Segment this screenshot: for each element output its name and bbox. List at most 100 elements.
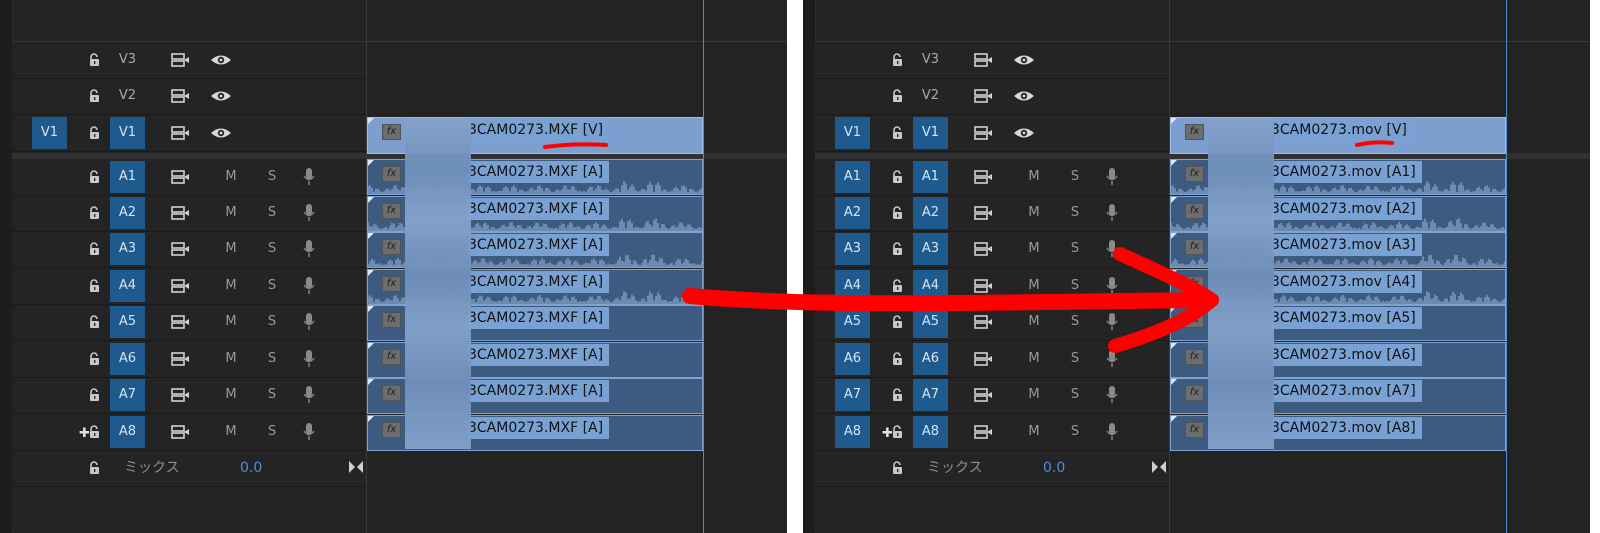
solo-button[interactable]: S [1060,197,1090,229]
sync-lock-icon[interactable] [170,351,190,367]
mute-button[interactable]: M [1019,343,1049,375]
mix-volume-value[interactable]: 0.0 [240,450,262,486]
source-patch-a2[interactable]: A2 [835,197,870,229]
sync-lock-icon[interactable] [170,169,190,185]
eye-icon[interactable] [210,126,232,140]
sync-lock-icon[interactable] [170,205,190,221]
solo-button[interactable]: S [1060,161,1090,193]
source-patch-a8[interactable]: A8 [835,416,870,448]
solo-button[interactable]: S [257,161,287,193]
track-target-v1[interactable]: V1 [110,117,145,149]
lock-icon[interactable] [87,351,103,367]
sync-lock-icon[interactable] [170,241,190,257]
sync-lock-icon[interactable] [973,278,993,294]
sync-lock-icon[interactable] [170,52,190,68]
lock-icon[interactable] [890,125,906,141]
track-target-v2[interactable]: V2 [913,80,948,112]
mic-icon[interactable] [1105,349,1119,369]
source-patch-a6[interactable]: A6 [835,343,870,375]
track-target-a7[interactable]: A7 [110,379,145,411]
solo-button[interactable]: S [1060,270,1090,302]
lock-icon[interactable] [87,278,103,294]
mic-icon[interactable] [302,385,316,405]
track-target-a2[interactable]: A2 [913,197,948,229]
sync-lock-icon[interactable] [973,351,993,367]
mute-button[interactable]: M [216,306,246,338]
solo-button[interactable]: S [1060,379,1090,411]
source-patch-a1[interactable]: A1 [835,161,870,193]
track-target-v3[interactable]: V3 [913,44,948,76]
lock-icon[interactable] [87,125,103,141]
eye-icon[interactable] [1013,126,1035,140]
mute-button[interactable]: M [216,343,246,375]
sync-lock-icon[interactable] [973,169,993,185]
add-track-icon[interactable]: ✚ [882,427,893,440]
sync-lock-icon[interactable] [973,424,993,440]
mic-icon[interactable] [302,349,316,369]
mic-icon[interactable] [1105,239,1119,259]
sync-lock-icon[interactable] [973,241,993,257]
sync-lock-icon[interactable] [170,278,190,294]
source-patch-a4[interactable]: A4 [835,270,870,302]
track-target-a4[interactable]: A4 [913,270,948,302]
track-target-a6[interactable]: A6 [110,343,145,375]
mic-icon[interactable] [302,422,316,442]
lock-icon[interactable] [87,169,103,185]
sync-lock-icon[interactable] [973,314,993,330]
mic-icon[interactable] [1105,167,1119,187]
track-target-a6[interactable]: A6 [913,343,948,375]
solo-button[interactable]: S [257,379,287,411]
lock-icon[interactable] [890,314,906,330]
mix-bowtie-icon[interactable] [348,460,364,474]
mic-icon[interactable] [302,239,316,259]
track-target-a5[interactable]: A5 [913,306,948,338]
solo-button[interactable]: S [257,233,287,265]
eye-icon[interactable] [210,89,232,103]
lock-icon[interactable] [890,88,906,104]
mute-button[interactable]: M [1019,233,1049,265]
sync-lock-icon[interactable] [170,387,190,403]
mic-icon[interactable] [1105,385,1119,405]
mix-volume-value[interactable]: 0.0 [1043,450,1065,486]
sync-lock-icon[interactable] [170,88,190,104]
mute-button[interactable]: M [1019,161,1049,193]
source-patch-v1[interactable]: V1 [32,117,67,149]
mic-icon[interactable] [1105,203,1119,223]
source-patch-v1[interactable]: V1 [835,117,870,149]
lock-icon[interactable] [890,460,906,476]
lock-icon[interactable] [87,460,103,476]
lock-icon[interactable] [890,387,906,403]
eye-icon[interactable] [210,53,232,67]
track-target-a7[interactable]: A7 [913,379,948,411]
lock-icon[interactable] [890,205,906,221]
mute-button[interactable]: M [216,197,246,229]
solo-button[interactable]: S [1060,343,1090,375]
mute-button[interactable]: M [216,233,246,265]
track-target-v2[interactable]: V2 [110,80,145,112]
source-patch-a5[interactable]: A5 [835,306,870,338]
mix-bowtie-icon[interactable] [1151,460,1167,474]
mute-button[interactable]: M [216,161,246,193]
mute-button[interactable]: M [216,379,246,411]
lock-icon[interactable] [87,52,103,68]
track-target-a1[interactable]: A1 [913,161,948,193]
mute-button[interactable]: M [1019,306,1049,338]
track-target-a1[interactable]: A1 [110,161,145,193]
solo-button[interactable]: S [1060,416,1090,448]
lock-icon[interactable] [890,351,906,367]
lock-icon[interactable] [890,241,906,257]
lock-icon[interactable] [87,205,103,221]
track-target-a4[interactable]: A4 [110,270,145,302]
solo-button[interactable]: S [257,197,287,229]
solo-button[interactable]: S [1060,306,1090,338]
source-patch-a7[interactable]: A7 [835,379,870,411]
eye-icon[interactable] [1013,53,1035,67]
lock-icon[interactable] [87,387,103,403]
lock-icon[interactable] [87,88,103,104]
mic-icon[interactable] [302,203,316,223]
track-target-a5[interactable]: A5 [110,306,145,338]
mic-icon[interactable] [1105,276,1119,296]
lock-icon[interactable] [87,241,103,257]
sync-lock-icon[interactable] [973,205,993,221]
solo-button[interactable]: S [257,343,287,375]
